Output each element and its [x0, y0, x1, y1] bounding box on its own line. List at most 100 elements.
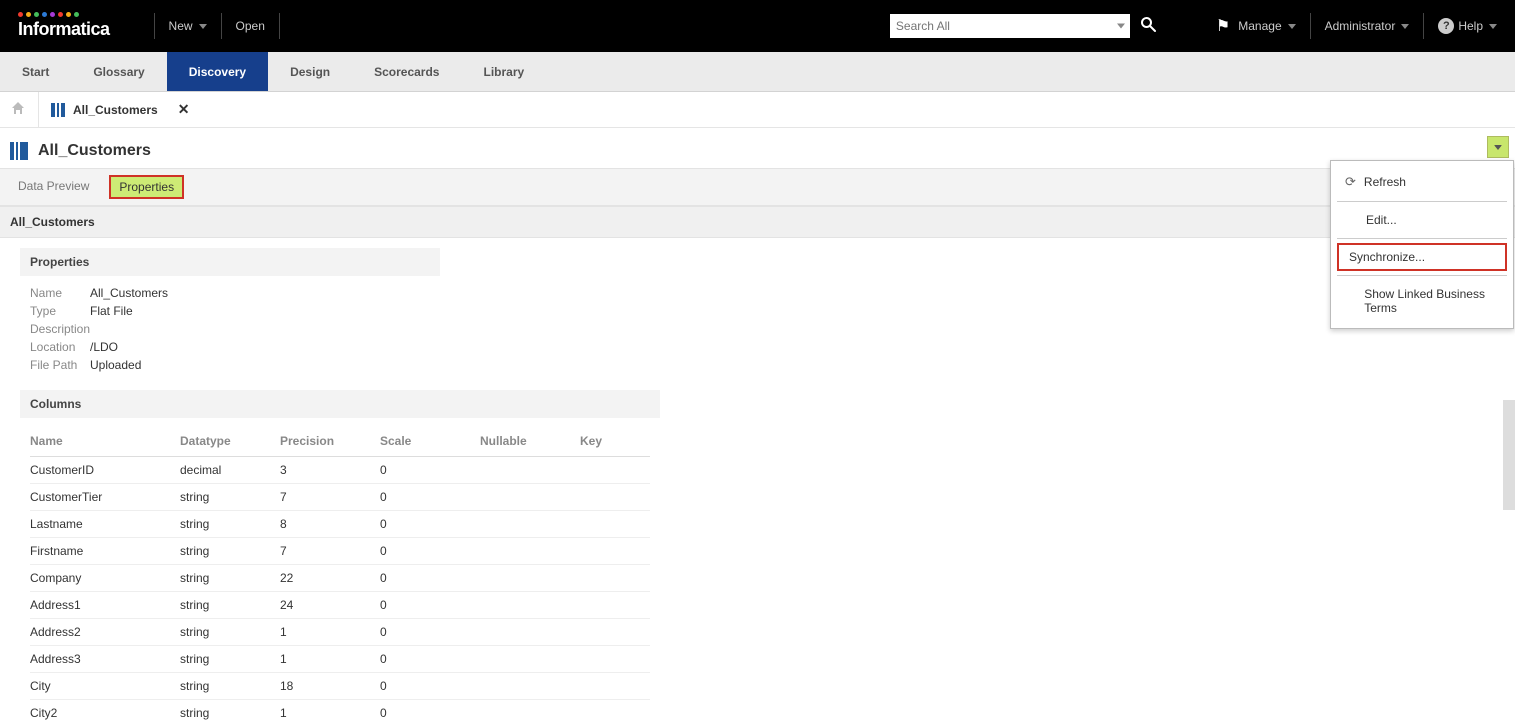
- col-header-key[interactable]: Key: [580, 426, 650, 457]
- scrollbar[interactable]: [1503, 400, 1515, 510]
- cell-scale: 0: [380, 673, 480, 700]
- table-row[interactable]: Lastnamestring80: [30, 511, 650, 538]
- col-header-name[interactable]: Name: [30, 426, 180, 457]
- col-header-precision[interactable]: Precision: [280, 426, 380, 457]
- cell-key: [580, 484, 650, 511]
- actions-menu-button[interactable]: [1487, 136, 1509, 158]
- cell-nullable: [480, 646, 580, 673]
- brand-dot: [18, 12, 23, 17]
- divider: [221, 13, 222, 39]
- sub-tabs: Data Preview Properties: [0, 168, 1515, 206]
- cell-nullable: [480, 700, 580, 722]
- cell-precision: 18: [280, 673, 380, 700]
- cell-scale: 0: [380, 565, 480, 592]
- cell-nullable: [480, 457, 580, 484]
- actions-dropdown: ⟳ Refresh Edit... Synchronize... Show Li…: [1330, 160, 1514, 329]
- table-row[interactable]: Firstnamestring70: [30, 538, 650, 565]
- col-header-scale[interactable]: Scale: [380, 426, 480, 457]
- table-row[interactable]: City2string10: [30, 700, 650, 722]
- admin-menu[interactable]: Administrator: [1325, 19, 1410, 33]
- nav-tabs: StartGlossaryDiscoveryDesignScorecardsLi…: [0, 52, 1515, 92]
- cell-nullable: [480, 592, 580, 619]
- nav-tab-library[interactable]: Library: [461, 52, 546, 91]
- brand-dot: [26, 12, 31, 17]
- cell-key: [580, 592, 650, 619]
- cell-precision: 22: [280, 565, 380, 592]
- cell-name: Address2: [30, 619, 180, 646]
- menu-synchronize[interactable]: Synchronize...: [1337, 243, 1507, 271]
- cell-datatype: string: [180, 484, 280, 511]
- open-menu[interactable]: Open: [236, 19, 265, 33]
- table-row[interactable]: CustomerTierstring70: [30, 484, 650, 511]
- new-menu[interactable]: New: [169, 19, 207, 33]
- brand-dot: [50, 12, 55, 17]
- nav-tab-scorecards[interactable]: Scorecards: [352, 52, 461, 91]
- columns-table: Name Datatype Precision Scale Nullable K…: [30, 426, 650, 722]
- menu-synchronize-label: Synchronize...: [1349, 250, 1425, 264]
- search-scope-dropdown[interactable]: [1117, 24, 1125, 29]
- divider: [279, 13, 280, 39]
- table-row[interactable]: Address2string10: [30, 619, 650, 646]
- menu-refresh[interactable]: ⟳ Refresh: [1331, 167, 1513, 197]
- cell-datatype: string: [180, 592, 280, 619]
- chevron-down-icon: [1489, 24, 1497, 29]
- nav-tab-discovery[interactable]: Discovery: [167, 52, 268, 91]
- cell-nullable: [480, 673, 580, 700]
- table-row[interactable]: CustomerIDdecimal30: [30, 457, 650, 484]
- cell-nullable: [480, 565, 580, 592]
- cell-datatype: string: [180, 511, 280, 538]
- search-icon[interactable]: [1140, 16, 1156, 37]
- cell-precision: 8: [280, 511, 380, 538]
- help-menu[interactable]: Help: [1458, 19, 1497, 33]
- cell-key: [580, 565, 650, 592]
- brand-dot: [58, 12, 63, 17]
- nav-tab-start[interactable]: Start: [0, 52, 71, 91]
- menu-edit[interactable]: Edit...: [1331, 206, 1513, 234]
- table-row[interactable]: Address3string10: [30, 646, 650, 673]
- cell-nullable: [480, 619, 580, 646]
- title-row: All_Customers: [0, 128, 1515, 168]
- table-row[interactable]: Citystring180: [30, 673, 650, 700]
- close-icon[interactable]: ✕: [178, 101, 190, 118]
- help-label: Help: [1458, 19, 1483, 33]
- cell-name: Firstname: [30, 538, 180, 565]
- table-row[interactable]: Address1string240: [30, 592, 650, 619]
- manage-menu[interactable]: Manage: [1238, 19, 1295, 33]
- flag-icon[interactable]: ⚑: [1216, 16, 1230, 36]
- menu-show-linked[interactable]: Show Linked Business Terms: [1331, 280, 1513, 322]
- nav-tab-design[interactable]: Design: [268, 52, 352, 91]
- table-icon: [10, 142, 28, 160]
- cell-nullable: [480, 484, 580, 511]
- cell-key: [580, 457, 650, 484]
- nav-tab-glossary[interactable]: Glossary: [71, 52, 166, 91]
- cell-datatype: string: [180, 646, 280, 673]
- divider: [38, 92, 39, 128]
- menu-show-linked-label: Show Linked Business Terms: [1364, 287, 1499, 315]
- tab-data-preview[interactable]: Data Preview: [12, 175, 95, 199]
- tab-properties[interactable]: Properties: [109, 175, 184, 199]
- cell-key: [580, 619, 650, 646]
- table-row[interactable]: Companystring220: [30, 565, 650, 592]
- cell-scale: 0: [380, 592, 480, 619]
- search-input[interactable]: [890, 14, 1130, 38]
- cell-precision: 7: [280, 538, 380, 565]
- divider: [1337, 201, 1507, 202]
- breadcrumb-item[interactable]: All_Customers ✕: [51, 101, 189, 118]
- cell-precision: 1: [280, 619, 380, 646]
- col-header-datatype[interactable]: Datatype: [180, 426, 280, 457]
- divider: [154, 13, 155, 39]
- cell-key: [580, 673, 650, 700]
- col-header-nullable[interactable]: Nullable: [480, 426, 580, 457]
- cell-nullable: [480, 538, 580, 565]
- cell-precision: 7: [280, 484, 380, 511]
- menu-refresh-label: Refresh: [1364, 175, 1406, 189]
- brand-dot: [42, 12, 47, 17]
- brand-dot: [66, 12, 71, 17]
- cell-scale: 0: [380, 511, 480, 538]
- help-icon[interactable]: ?: [1438, 18, 1454, 34]
- cell-nullable: [480, 511, 580, 538]
- cell-precision: 1: [280, 646, 380, 673]
- home-icon[interactable]: [10, 100, 26, 119]
- topbar: Informatica New Open ⚑ Manage Administra…: [0, 0, 1515, 52]
- cell-datatype: string: [180, 619, 280, 646]
